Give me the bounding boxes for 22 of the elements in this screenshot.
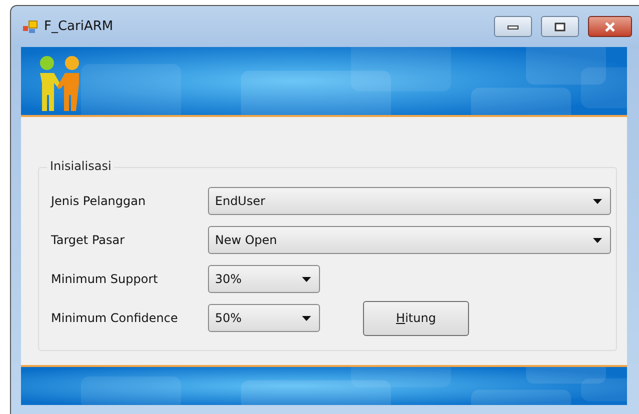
dropdown-arrow-icon bbox=[593, 238, 602, 242]
calculate-button[interactable]: Hitung bbox=[363, 300, 469, 336]
field-label: Target Pasar bbox=[51, 233, 126, 247]
close-icon bbox=[604, 22, 616, 32]
minimize-button[interactable] bbox=[494, 16, 532, 37]
dropdown[interactable]: 30% bbox=[208, 265, 320, 293]
group-legend: Inisialisasi bbox=[47, 159, 114, 173]
minimize-icon bbox=[507, 24, 519, 30]
dropdown-arrow-icon bbox=[302, 316, 311, 320]
dropdown[interactable]: EndUser bbox=[208, 187, 611, 215]
field-label: Minimum Confidence bbox=[51, 311, 179, 325]
maximize-icon bbox=[554, 22, 566, 32]
field-label: Jenis Pelanggan bbox=[51, 194, 147, 208]
window-title: F_CariARM bbox=[44, 19, 114, 34]
dropdown-arrow-icon bbox=[302, 276, 311, 282]
close-button[interactable] bbox=[588, 16, 632, 37]
dropdown[interactable]: 50% bbox=[208, 304, 320, 332]
app-icon bbox=[23, 20, 38, 34]
dropdown[interactable]: New Open bbox=[208, 226, 611, 254]
dropdown-arrow-icon bbox=[593, 198, 602, 204]
field-label: Minimum Support bbox=[51, 272, 159, 286]
maximize-button[interactable] bbox=[541, 16, 579, 37]
